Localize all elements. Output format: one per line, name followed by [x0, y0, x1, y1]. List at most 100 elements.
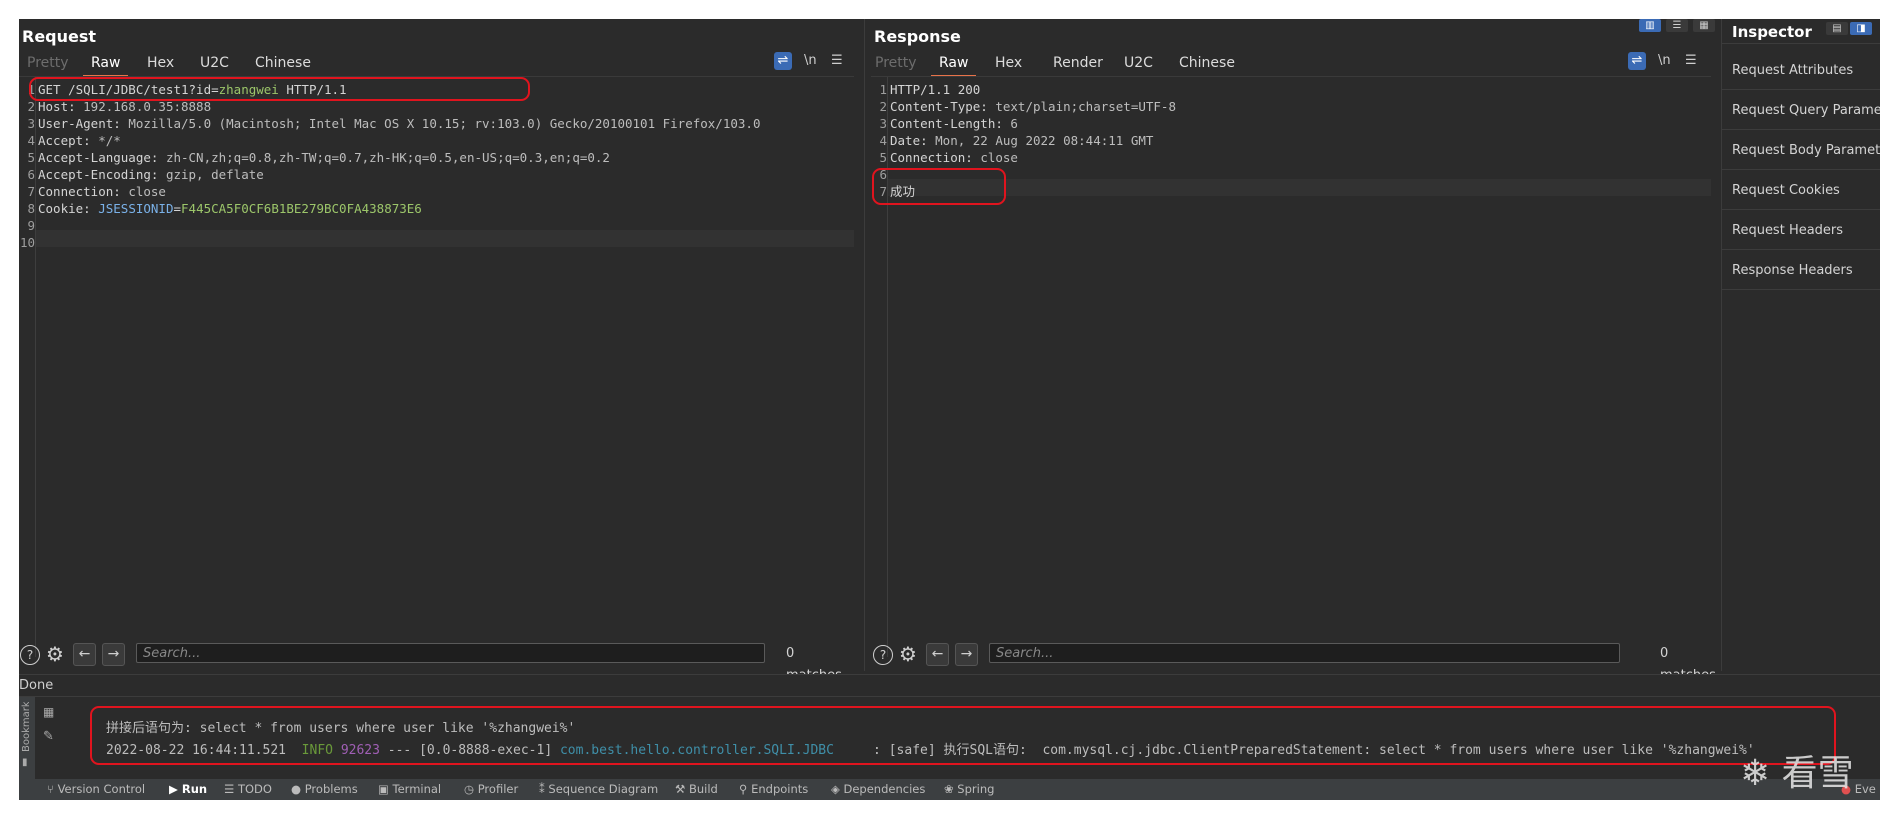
response-code-line: Connection: close: [890, 150, 1018, 165]
request-line-number: 6: [27, 167, 35, 182]
request-menu-icon[interactable]: ☰: [831, 52, 843, 70]
tool-profiler-label: Profiler: [477, 782, 519, 796]
response-tab-chinese[interactable]: Chinese: [1179, 52, 1235, 76]
request-wrap-toggle-icon[interactable]: ⇌: [774, 52, 792, 70]
response-tab-u2c[interactable]: U2C: [1124, 52, 1153, 76]
settings-gear-icon[interactable]: ⚙: [46, 644, 64, 664]
layout-split-vertical-icon[interactable]: ☰: [1666, 19, 1688, 32]
response-code-line: Content-Length: 6: [890, 116, 1018, 131]
inspector-layout-icon[interactable]: ▤: [1826, 22, 1848, 35]
tool-sequence-diagram[interactable]: ⁑ Sequence Diagram: [539, 779, 658, 800]
request-newline-toggle[interactable]: \n: [804, 52, 817, 70]
inspector-expand-icon[interactable]: ◨: [1850, 22, 1872, 35]
request-tab-raw[interactable]: Raw: [82, 52, 130, 77]
layout-tabs-icon[interactable]: ▦: [1693, 19, 1715, 32]
settings-gear-icon[interactable]: ⚙: [899, 644, 917, 664]
tool-dependencies-label: Dependencies: [843, 782, 926, 796]
tool-spring[interactable]: ❀ Spring: [944, 779, 994, 800]
snowflake-logo-icon: ❄: [1740, 753, 1771, 794]
tool-window-bar: ⑂ Version Control ▶ Run ☰ TODO ● Problem…: [19, 779, 1880, 800]
request-line-number: 4: [27, 133, 35, 148]
request-line-number: 9: [27, 218, 35, 233]
tool-terminal[interactable]: ▣ Terminal: [378, 779, 441, 800]
request-line-number: 5: [27, 150, 35, 165]
layout-split-horizontal-icon[interactable]: ▥: [1639, 19, 1661, 32]
search-prev-button[interactable]: ←: [73, 643, 96, 666]
search-next-button[interactable]: →: [955, 643, 978, 666]
request-editor[interactable]: 1 GET /SQLI/JDBC/test1?id=zhangwei HTTP/1…: [19, 77, 854, 657]
response-code-line: Content-Type: text/plain;charset=UTF-8: [890, 99, 1176, 114]
request-code-line: Accept-Encoding: gzip, deflate: [38, 167, 264, 182]
status-text: Done: [19, 678, 54, 693]
response-editor[interactable]: 1 HTTP/1.1 200 2 Content-Type: text/plain;c…: [871, 77, 1711, 657]
response-line-number: 1: [879, 82, 887, 97]
request-title: Request: [22, 27, 97, 46]
request-line-number: 8: [27, 201, 35, 216]
tool-problems[interactable]: ● Problems: [291, 779, 358, 800]
search-prev-button[interactable]: ←: [926, 643, 949, 666]
response-pane: Response ▥ ☰ ▦ Pretty Raw Hex Render U2C…: [871, 19, 1721, 683]
response-search-input[interactable]: Search...: [989, 643, 1620, 663]
response-line-number: 4: [879, 133, 887, 148]
response-title: Response: [874, 27, 961, 46]
run-console: Bookmarks ▮ ▦ ✎ 拼接后语句为: select * from us…: [19, 696, 1880, 780]
request-tab-u2c[interactable]: U2C: [200, 52, 229, 76]
response-tab-pretty[interactable]: Pretty: [875, 52, 917, 76]
request-tab-pretty[interactable]: Pretty: [27, 52, 69, 76]
tool-todo[interactable]: ☰ TODO: [224, 779, 272, 800]
tool-endpoints[interactable]: ⚲ Endpoints: [739, 779, 808, 800]
response-line-number: 5: [879, 150, 887, 165]
request-code-line: User-Agent: Mozilla/5.0 (Macintosh; Inte…: [38, 116, 761, 131]
inspector-panel: Inspector ▤ ◨ Request Attributes Request…: [1721, 19, 1880, 671]
response-tab-hex[interactable]: Hex: [995, 52, 1022, 76]
inspector-item-request-cookies[interactable]: Request Cookies: [1732, 183, 1840, 198]
response-body-highlight: [872, 168, 1006, 205]
request-tab-chinese[interactable]: Chinese: [255, 52, 311, 76]
bookmarks-label[interactable]: Bookmarks: [21, 702, 32, 752]
tool-build-label: Build: [688, 782, 718, 796]
request-code-line: Accept: */*: [38, 133, 121, 148]
response-tab-raw[interactable]: Raw: [930, 52, 978, 77]
request-code-line: Accept-Language: zh-CN,zh;q=0.8,zh-TW;q=…: [38, 150, 610, 165]
request-pane: Request Pretty Raw Hex U2C Chinese ⇌ \n …: [19, 19, 865, 683]
tool-event-log-label: Eve: [1854, 782, 1876, 796]
inspector-item-query-parameters[interactable]: Request Query Parameters: [1732, 103, 1880, 118]
response-wrap-toggle-icon[interactable]: ⇌: [1628, 52, 1646, 70]
tool-version-control[interactable]: ⑂ Version Control: [47, 779, 145, 800]
tool-run[interactable]: ▶ Run: [169, 779, 207, 800]
inspector-item-request-headers[interactable]: Request Headers: [1732, 223, 1843, 238]
response-newline-toggle[interactable]: \n: [1658, 52, 1671, 70]
request-line-number: 2: [27, 99, 35, 114]
inspector-item-body-parameters[interactable]: Request Body Parameters: [1732, 143, 1880, 158]
tool-todo-label: TODO: [237, 782, 272, 796]
app-window: Request Pretty Raw Hex U2C Chinese ⇌ \n …: [19, 19, 1880, 800]
response-menu-icon[interactable]: ☰: [1685, 52, 1697, 70]
tool-profiler[interactable]: ◷ Profiler: [464, 779, 518, 800]
pin-icon[interactable]: ✎: [43, 729, 54, 744]
response-code-line: Date: Mon, 22 Aug 2022 08:44:11 GMT: [890, 133, 1154, 148]
request-line-number: 3: [27, 116, 35, 131]
console-highlight: [90, 706, 1836, 765]
help-icon[interactable]: ?: [873, 645, 893, 665]
tool-dependencies[interactable]: ◈ Dependencies: [831, 779, 925, 800]
tool-build[interactable]: ⚒ Build: [675, 779, 718, 800]
request-code-line: Cookie: JSESSIONID=F445CA5F0CF6B1BE279BC…: [38, 201, 422, 216]
watermark: ❄ 看雪: [1740, 744, 1854, 796]
request-tab-hex[interactable]: Hex: [147, 52, 174, 76]
search-next-button[interactable]: →: [102, 643, 125, 666]
request-search-input[interactable]: Search...: [136, 643, 765, 663]
request-line-highlight: [29, 77, 530, 101]
watermark-text: 看雪: [1781, 753, 1854, 794]
bookmark-icon[interactable]: ▮: [22, 757, 28, 768]
response-line-number: 3: [879, 116, 887, 131]
response-code-line: HTTP/1.1 200: [890, 82, 981, 97]
inspector-item-request-attributes[interactable]: Request Attributes: [1732, 63, 1853, 78]
request-current-line: [36, 230, 854, 247]
tool-run-label: Run: [181, 782, 208, 796]
layout-grid-icon[interactable]: ▦: [43, 705, 54, 719]
response-tab-render[interactable]: Render: [1053, 52, 1103, 76]
tool-spring-label: Spring: [957, 782, 995, 796]
help-icon[interactable]: ?: [20, 645, 40, 665]
inspector-item-response-headers[interactable]: Response Headers: [1732, 263, 1853, 278]
tool-version-control-label: Version Control: [57, 782, 146, 796]
